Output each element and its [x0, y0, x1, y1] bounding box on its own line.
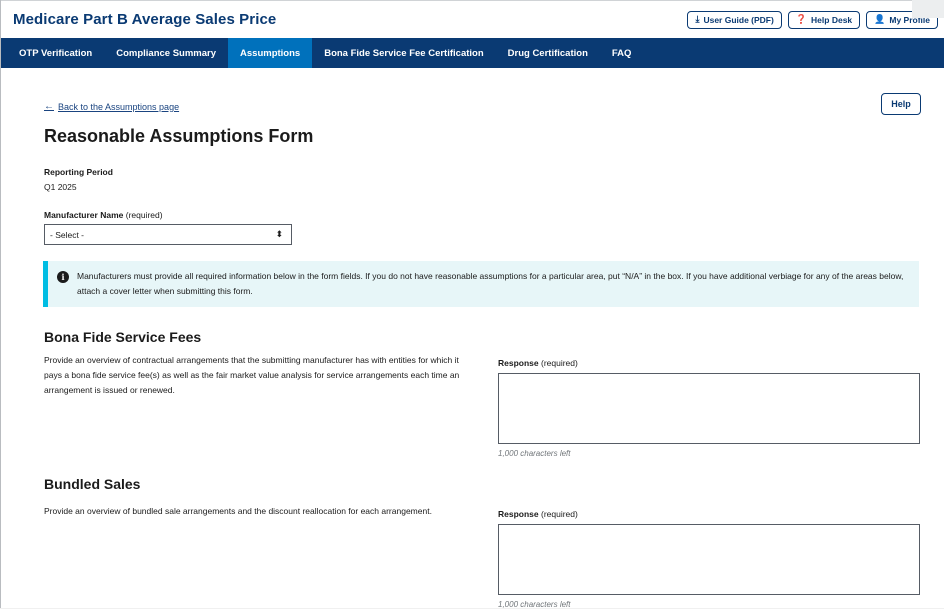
section-bundled-sales: Bundled Sales Provide an overview of bun… [44, 476, 920, 609]
section-bona-fide-service-fees: Bona Fide Service Fees Provide an overvi… [44, 329, 920, 458]
app-window: Medicare Part B Average Sales Price ⤓ Us… [0, 0, 944, 609]
info-icon: i [57, 271, 69, 283]
info-alert: i Manufacturers must provide all require… [43, 261, 919, 307]
response-label: Response (required) [498, 358, 920, 368]
response-label: Response (required) [498, 509, 920, 519]
response-label-text: Response [498, 509, 539, 519]
app-title: Medicare Part B Average Sales Price [13, 11, 277, 28]
page-title: Reasonable Assumptions Form [44, 126, 314, 146]
nav-bona-fide-certification[interactable]: Bona Fide Service Fee Certification [312, 38, 495, 68]
required-note: (required) [125, 210, 163, 220]
header-actions: ⤓ User Guide (PDF) ❓ Help Desk 👤 My Prof… [687, 10, 944, 29]
nav-otp-verification[interactable]: OTP Verification [7, 38, 104, 68]
user-guide-label: User Guide (PDF) [703, 14, 774, 25]
section-title: Bona Fide Service Fees [44, 329, 202, 345]
question-icon: ❓ [795, 14, 808, 24]
download-icon: ⤓ [695, 14, 700, 24]
manufacturer-label-text: Manufacturer Name [44, 210, 124, 220]
section-description: Provide an overview of contractual arran… [44, 355, 460, 395]
response-textarea[interactable] [498, 524, 920, 595]
manufacturer-label: Manufacturer Name (required) [44, 210, 920, 220]
required-note: (required) [541, 358, 578, 368]
person-icon: 👤 [874, 14, 886, 24]
main-nav: OTP Verification Compliance Summary Assu… [1, 38, 944, 68]
help-desk-button[interactable]: ❓ Help Desk [787, 10, 861, 29]
response-label-text: Response [498, 358, 539, 368]
section-row: Provide an overview of contractual arran… [44, 353, 920, 458]
sort-caret-icon: ⬍ [275, 229, 283, 239]
nav-compliance-summary[interactable]: Compliance Summary [104, 38, 228, 68]
reporting-period-value: Q1 2025 [44, 182, 77, 192]
manufacturer-select[interactable]: - Select - ⬍ [44, 224, 292, 245]
alert-text: Manufacturers must provide all required … [77, 271, 904, 296]
arrow-left-icon: ← [44, 101, 54, 112]
section-row: Provide an overview of bundled sale arra… [44, 504, 920, 609]
section-description: Provide an overview of bundled sale arra… [44, 506, 432, 516]
response-field: Response (required) 1,000 characters lef… [498, 509, 920, 609]
nav-faq[interactable]: FAQ [600, 38, 644, 68]
nav-assumptions[interactable]: Assumptions [228, 38, 313, 68]
section-title: Bundled Sales [44, 476, 141, 492]
help-button[interactable]: Help [881, 93, 921, 115]
response-textarea[interactable] [498, 373, 920, 444]
window-corner [912, 0, 944, 18]
main-content: ← Back to the Assumptions page Help Reas… [1, 68, 944, 609]
response-field: Response (required) 1,000 characters lef… [498, 358, 920, 458]
reporting-period: Reporting Period Q1 2025 [44, 167, 920, 192]
help-desk-label: Help Desk [811, 14, 853, 25]
user-guide-button[interactable]: ⤓ User Guide (PDF) [687, 10, 782, 29]
manufacturer-field: Manufacturer Name (required) - Select - … [44, 210, 920, 245]
characters-left: 1,000 characters left [498, 449, 571, 458]
back-link-label: Back to the Assumptions page [58, 101, 180, 112]
manufacturer-select-value: - Select - [50, 229, 85, 240]
nav-drug-certification[interactable]: Drug Certification [496, 38, 600, 68]
back-to-assumptions-link[interactable]: ← Back to the Assumptions page [44, 101, 179, 112]
top-header: Medicare Part B Average Sales Price ⤓ Us… [1, 0, 944, 38]
reporting-period-label: Reporting Period [44, 167, 113, 177]
required-note: (required) [541, 509, 578, 519]
